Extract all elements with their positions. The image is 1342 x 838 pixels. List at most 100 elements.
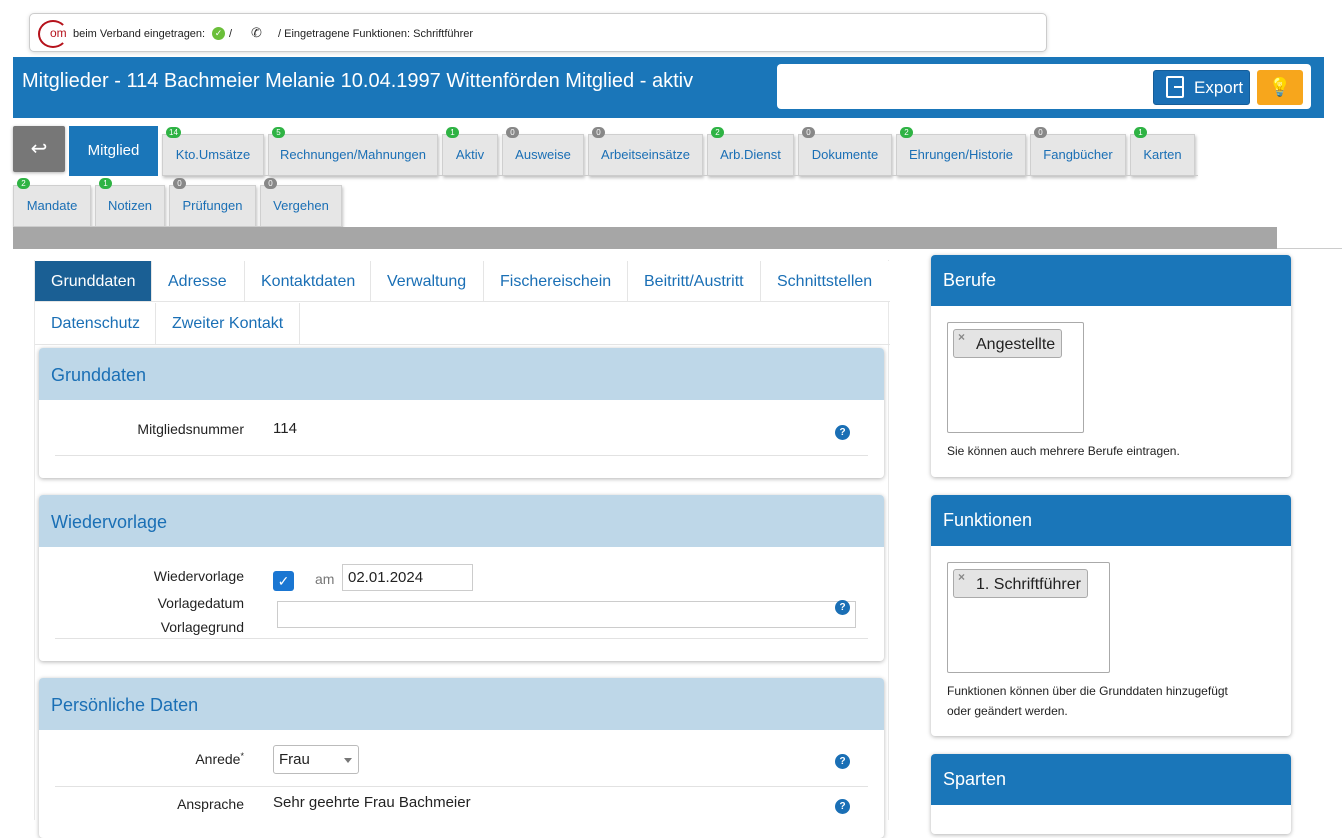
wiedervorlage-checkbox[interactable]: ✓: [273, 571, 294, 591]
ansprache-label: Ansprache: [177, 796, 244, 812]
berufe-panel: Berufe × Angestellte Sie können auch mehr…: [931, 255, 1291, 477]
subtab-grunddaten[interactable]: Grunddaten: [35, 261, 152, 302]
wiedervorlage-label: Wiedervorlage: [153, 568, 244, 584]
funktionen-panel: Funktionen × 1. Schriftführer Funktionen …: [931, 495, 1291, 736]
vorlagedatum-label: Vorlagedatum: [157, 595, 244, 611]
separator: /: [229, 28, 233, 40]
subtab-datenschutz[interactable]: Datenschutz: [35, 303, 156, 344]
divider: [1277, 248, 1342, 249]
wiedervorlage-panel: Wiedervorlage Wiedervorlage ✓ am 02.01.2…: [39, 495, 884, 661]
tab-mandate[interactable]: 2 Mandate: [13, 178, 91, 227]
divider: [35, 301, 890, 302]
count-badge: 0: [1034, 127, 1047, 138]
subtab-beitritt-austritt[interactable]: Beitritt/Austritt: [628, 261, 761, 302]
help-icon[interactable]: ?: [835, 754, 850, 769]
subtab-adresse[interactable]: Adresse: [152, 261, 245, 302]
count-badge: 1: [1134, 127, 1147, 138]
subtab-schnittstellen[interactable]: Schnittstellen: [761, 261, 889, 302]
help-icon[interactable]: ?: [835, 799, 850, 814]
tab-label: Vergehen: [273, 198, 329, 213]
anrede-label: Anrede*: [195, 751, 244, 767]
berufe-hint: Sie können auch mehrere Berufe eintragen…: [947, 444, 1180, 458]
export-label: Export: [1194, 78, 1244, 97]
wiedervorlage-date-input[interactable]: 02.01.2024: [342, 564, 473, 591]
tab-label: Aktiv: [455, 147, 485, 162]
divider: [55, 786, 868, 787]
grunddaten-panel: Grunddaten Mitgliedsnummer 114 ?: [39, 348, 884, 478]
tab-notizen[interactable]: 1 Notizen: [95, 178, 165, 227]
page-title: Mitglieder - 114 Bachmeier Melanie 10.04…: [22, 70, 694, 92]
panel-title: Grunddaten: [39, 348, 884, 400]
count-badge: 2: [711, 127, 724, 138]
sparten-panel: Sparten: [931, 754, 1291, 834]
vorlagegrund-input[interactable]: [277, 601, 856, 628]
funktion-tag: × 1. Schriftführer: [953, 569, 1088, 598]
subtab-fischereischein[interactable]: Fischereischein: [484, 261, 628, 302]
export-button[interactable]: Export: [1153, 70, 1250, 105]
tab-aktiv[interactable]: 1 Aktiv: [442, 127, 498, 176]
count-badge: 2: [900, 127, 913, 138]
functions-label: / Eingetragene Funktionen: Schriftführer: [278, 28, 474, 40]
berufe-multiselect[interactable]: × Angestellte: [947, 322, 1084, 433]
mitgliedsnummer-label: Mitgliedsnummer: [137, 421, 244, 437]
tab-ehrungen-historie[interactable]: 2 Ehrungen/Historie: [896, 127, 1026, 176]
tab-pruefungen[interactable]: 0 Prüfungen: [169, 178, 256, 227]
tab-arb-dienst[interactable]: 2 Arb.Dienst: [707, 127, 794, 176]
count-badge: 5: [272, 127, 285, 138]
divider: [55, 455, 868, 456]
hint-line: oder geändert werden.: [947, 704, 1068, 718]
tab-label: Arb.Dienst: [720, 147, 781, 162]
funktionen-multiselect[interactable]: × 1. Schriftführer: [947, 562, 1110, 673]
phone-off-icon: ✆: [251, 25, 262, 40]
tab-label: Arbeitseinsätze: [601, 147, 690, 162]
vorlagegrund-label: Vorlagegrund: [160, 619, 244, 635]
tab-karten[interactable]: 1 Karten: [1130, 127, 1195, 176]
tag-label: 1. Schriftführer: [976, 576, 1081, 593]
page-header: Mitglieder - 114 Bachmeier Melanie 10.04…: [13, 57, 1324, 118]
tab-vergehen[interactable]: 0 Vergehen: [260, 178, 342, 227]
panel-title: Funktionen: [931, 495, 1291, 546]
tab-label: Mandate: [26, 198, 78, 213]
header-actions: Export 💡: [777, 64, 1311, 109]
am-label: am: [315, 571, 335, 587]
tab-label: Kto.Umsätze: [175, 147, 251, 162]
divider: [55, 638, 868, 639]
ansprache-value[interactable]: Sehr geehrte Frau Bachmeier: [273, 794, 471, 811]
tab-label: Prüfungen: [182, 198, 243, 213]
anrede-select[interactable]: Frau: [273, 745, 359, 774]
help-icon[interactable]: ?: [835, 600, 850, 615]
remove-tag-icon[interactable]: ×: [958, 323, 965, 352]
count-badge: 0: [506, 127, 519, 138]
subtab-verwaltung[interactable]: Verwaltung: [371, 261, 484, 302]
app-logo[interactable]: om: [38, 20, 68, 48]
persoenliche-daten-panel: Persönliche Daten Anrede* Frau ? Ansprac…: [39, 678, 884, 838]
subtab-zweiter-kontakt[interactable]: Zweiter Kontakt: [156, 303, 300, 344]
tab-dokumente[interactable]: 0 Dokumente: [798, 127, 892, 176]
tab-label: Ausweise: [515, 147, 571, 162]
tab-arbeitseinsaetze[interactable]: 0 Arbeitseinsätze: [588, 127, 703, 176]
checkmark-icon: ✓: [277, 573, 290, 589]
count-badge: 1: [446, 127, 459, 138]
anrede-label-text: Anrede: [195, 751, 241, 767]
tab-rechnungen-mahnungen[interactable]: 5 Rechnungen/Mahnungen: [268, 127, 438, 176]
lightbulb-button[interactable]: 💡: [1257, 70, 1303, 105]
panel-title: Wiedervorlage: [39, 495, 884, 547]
panel-title: Sparten: [931, 754, 1291, 805]
remove-tag-icon[interactable]: ×: [958, 563, 965, 592]
tab-label: Karten: [1143, 147, 1182, 162]
count-badge: 2: [17, 178, 30, 189]
tab-mitglied[interactable]: Mitglied: [69, 126, 158, 176]
divider: [162, 175, 1198, 176]
count-badge: 0: [173, 178, 186, 189]
tab-kto-umsaetze[interactable]: 14 Kto.Umsätze: [162, 127, 264, 176]
help-icon[interactable]: ?: [835, 425, 850, 440]
subtab-kontaktdaten[interactable]: Kontaktdaten: [245, 261, 371, 302]
tab-label: Ehrungen/Historie: [908, 147, 1014, 162]
panel-title: Berufe: [931, 255, 1291, 306]
beruf-tag: × Angestellte: [953, 329, 1063, 358]
check-circle-icon: ✓: [212, 27, 225, 40]
tab-fangbuecher[interactable]: 0 Fangbücher: [1030, 127, 1126, 176]
tab-ausweise[interactable]: 0 Ausweise: [502, 127, 584, 176]
back-button[interactable]: ↩: [13, 126, 65, 172]
lightbulb-icon: 💡: [1268, 77, 1292, 97]
